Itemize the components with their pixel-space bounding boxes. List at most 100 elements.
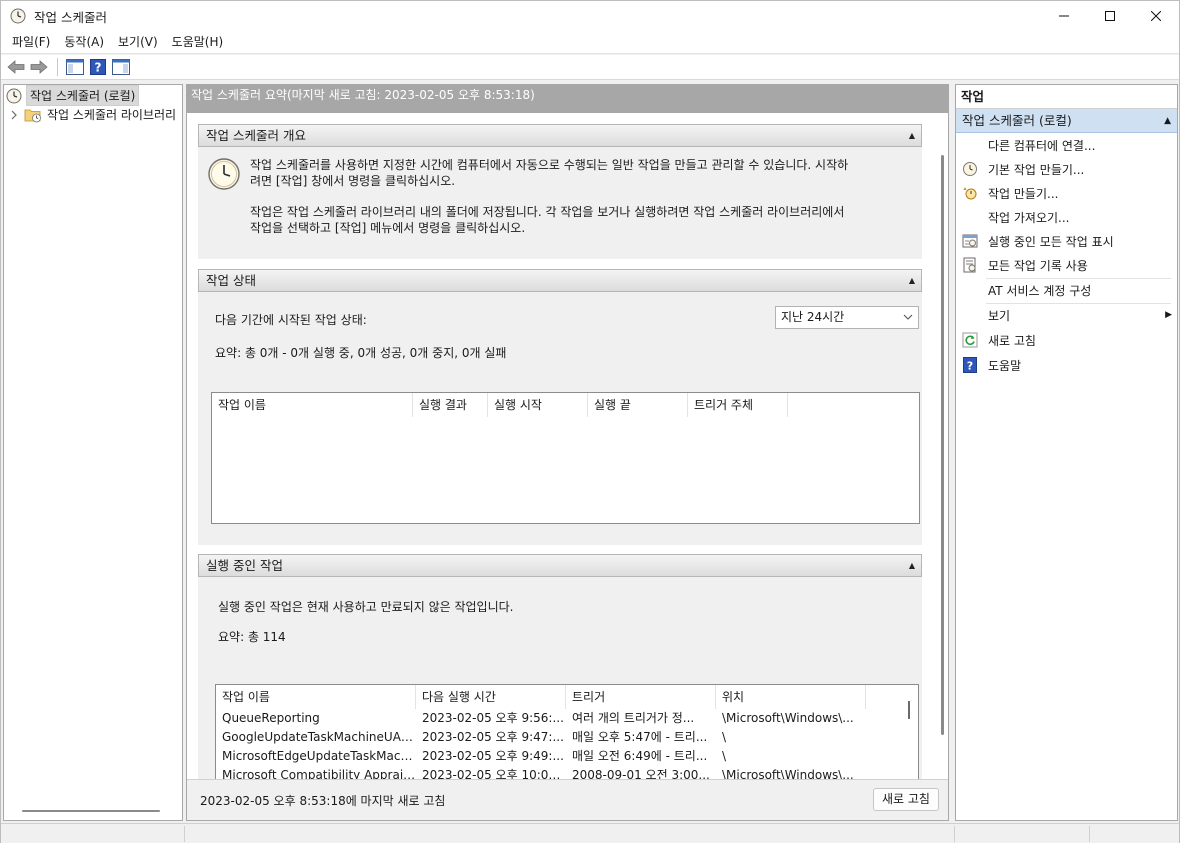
section-header-active-tasks[interactable]: 실행 중인 작업 ▲ <box>198 554 922 577</box>
close-button[interactable] <box>1133 1 1179 31</box>
task-cell-next-run[interactable]: 2023-02-05 오후 9:47:... <box>416 728 566 747</box>
section-body-task-status: 다음 기간에 시작된 작업 상태: 요약: 총 0개 - 0개 실행 중, 0개… <box>198 292 922 545</box>
task-cell-location[interactable]: \ <box>716 747 866 766</box>
svg-text:?: ? <box>967 360 973 373</box>
task-cell-trigger[interactable]: 여러 개의 트리거가 정... <box>566 709 716 728</box>
blank-icon <box>962 282 978 298</box>
task-cell-name[interactable]: MicrosoftEdgeUpdateTaskMachin... <box>216 747 416 766</box>
menu-file[interactable]: 파일(F) <box>5 31 57 54</box>
clock-icon <box>10 8 26 24</box>
back-button[interactable] <box>5 56 27 78</box>
blank-icon <box>962 307 978 323</box>
submenu-arrow-icon: ▶ <box>1165 310 1172 320</box>
action-label: 작업 가져오기... <box>988 210 1070 225</box>
status-period-dropdown[interactable]: 지난 24시간 <box>775 306 919 329</box>
task-cell-next-run[interactable]: 2023-02-05 오후 9:56:... <box>416 709 566 728</box>
task-cell-name[interactable]: QueueReporting <box>216 709 416 728</box>
clock-icon <box>6 88 22 104</box>
summary-footer: 2023-02-05 오후 8:53:18에 마지막 새로 고침 새로 고침 <box>187 779 948 820</box>
overview-text-1: 작업 스케줄러를 사용하면 지정한 시간에 컴퓨터에서 자동으로 수행되는 일반… <box>250 158 849 172</box>
collapse-arrow-icon[interactable]: ▲ <box>909 555 915 576</box>
tree-item-task-scheduler-library[interactable]: 작업 스케줄러 라이브러리 <box>10 105 176 124</box>
collapse-arrow-icon[interactable]: ▲ <box>1164 109 1171 133</box>
section-header-task-status[interactable]: 작업 상태 ▲ <box>198 269 922 292</box>
task-cell-location[interactable]: \Microsoft\Windows\... <box>716 709 866 728</box>
task-cell-trigger[interactable]: 매일 오전 6:49에 - 트리... <box>566 747 716 766</box>
actions-pane: 작업 작업 스케줄러 (로컬) ▲ 다른 컴퓨터에 연결... 기본 작업 만들… <box>955 84 1178 821</box>
column-header-run-end[interactable]: 실행 끝 <box>588 393 688 417</box>
action-connect-another-computer[interactable]: 다른 컴퓨터에 연결... <box>956 134 1177 156</box>
column-header-task-name[interactable]: 작업 이름 <box>216 685 416 709</box>
blank-icon <box>962 137 978 153</box>
collapse-arrow-icon[interactable]: ▲ <box>909 125 915 146</box>
active-tasks-list[interactable]: 작업 이름 다음 실행 시간 트리거 위치 QueueReporting 202… <box>215 684 919 784</box>
menu-help[interactable]: 도움말(H) <box>165 31 231 54</box>
help-icon: ? <box>962 357 978 373</box>
action-at-service-account-config[interactable]: AT 서비스 계정 구성 <box>956 279 1177 301</box>
horizontal-scrollbar[interactable] <box>22 810 160 812</box>
toolbar-separator <box>57 58 58 76</box>
action-label: AT 서비스 계정 구성 <box>988 283 1092 298</box>
action-enable-all-tasks-history[interactable]: 모든 작업 기록 사용 <box>956 254 1177 276</box>
summary-content: 작업 스케줄러 개요 ▲ 작업 스케줄러를 사용하면 지정한 시간에 컴퓨터에서… <box>187 113 948 784</box>
section-title: 실행 중인 작업 <box>206 558 283 573</box>
help-icon[interactable]: ? <box>87 56 109 78</box>
chevron-down-icon <box>903 307 913 334</box>
actions-group-header[interactable]: 작업 스케줄러 (로컬) ▲ <box>956 109 1177 133</box>
maximize-button[interactable] <box>1087 1 1133 31</box>
task-cell-next-run[interactable]: 2023-02-05 오후 9:49:... <box>416 747 566 766</box>
status-segment <box>955 826 1090 842</box>
tree-item-label: 작업 스케줄러 라이브러리 <box>47 108 177 122</box>
action-create-basic-task[interactable]: 기본 작업 만들기... <box>956 158 1177 180</box>
chevron-right-icon[interactable] <box>10 110 18 120</box>
section-title: 작업 상태 <box>206 273 256 288</box>
show-hide-action-pane-button[interactable] <box>110 56 132 78</box>
active-tasks-description: 실행 중인 작업은 현재 사용하고 만료되지 않은 작업입니다. <box>218 600 514 614</box>
refresh-button[interactable]: 새로 고침 <box>873 788 939 811</box>
dropdown-value: 지난 24시간 <box>781 310 845 324</box>
basic-task-clock-icon <box>962 161 978 177</box>
minimize-button[interactable] <box>1041 1 1087 31</box>
create-task-icon <box>962 185 978 201</box>
section-title: 작업 스케줄러 개요 <box>206 128 306 143</box>
column-header-run-start[interactable]: 실행 시작 <box>488 393 588 417</box>
action-refresh[interactable]: 새로 고침 <box>956 329 1177 351</box>
column-header-location[interactable]: 위치 <box>716 685 866 709</box>
actions-group-label: 작업 스케줄러 (로컬) <box>962 113 1072 128</box>
status-bar <box>1 823 1179 843</box>
task-cell-trigger[interactable]: 매일 오후 5:47에 - 트리... <box>566 728 716 747</box>
column-header-task-name[interactable]: 작업 이름 <box>212 393 413 417</box>
action-help[interactable]: ? 도움말 <box>956 354 1177 376</box>
collapse-arrow-icon[interactable]: ▲ <box>909 270 915 291</box>
section-body-active-tasks: 실행 중인 작업은 현재 사용하고 만료되지 않은 작업입니다. 요약: 총 1… <box>198 577 922 784</box>
summary-pane: 작업 스케줄러 요약(마지막 새로 고침: 2023-02-05 오후 8:53… <box>186 84 949 821</box>
overview-text-3: 작업은 작업 스케줄러 라이브러리 내의 폴더에 저장됩니다. 각 작업을 보거… <box>250 205 845 219</box>
action-display-running-tasks[interactable]: 실행 중인 모든 작업 표시 <box>956 230 1177 252</box>
section-header-overview[interactable]: 작업 스케줄러 개요 ▲ <box>198 124 922 147</box>
task-cell-name[interactable]: GoogleUpdateTaskMachineUA{6B... <box>216 728 416 747</box>
action-view[interactable]: 보기 ▶ <box>956 304 1177 326</box>
status-segment <box>1 826 185 842</box>
summary-vertical-scrollbar[interactable] <box>941 155 944 735</box>
action-label: 다른 컴퓨터에 연결... <box>988 138 1096 153</box>
task-status-list[interactable]: 작업 이름 실행 결과 실행 시작 실행 끝 트리거 주체 <box>211 392 920 524</box>
column-header-run-result[interactable]: 실행 결과 <box>413 393 488 417</box>
list-vertical-scrollbar[interactable] <box>908 701 910 719</box>
show-hide-console-tree-button[interactable] <box>64 56 86 78</box>
action-import-task[interactable]: 작업 가져오기... <box>956 206 1177 228</box>
menu-view[interactable]: 보기(V) <box>111 31 165 54</box>
action-create-task[interactable]: 작업 만들기... <box>956 182 1177 204</box>
column-header-next-run-time[interactable]: 다음 실행 시간 <box>416 685 566 709</box>
forward-button[interactable] <box>28 56 50 78</box>
menu-action[interactable]: 동작(A) <box>57 31 111 54</box>
status-period-label: 다음 기간에 시작된 작업 상태: <box>215 313 367 327</box>
task-cell-location[interactable]: \ <box>716 728 866 747</box>
console-tree: 작업 스케줄러 (로컬) 작업 스케줄러 라이브러리 <box>3 84 183 821</box>
running-tasks-icon <box>962 233 978 249</box>
tree-item-task-scheduler-local[interactable]: 작업 스케줄러 (로컬) <box>6 85 140 106</box>
action-label: 모든 작업 기록 사용 <box>988 258 1088 273</box>
column-header-triggers[interactable]: 트리거 <box>566 685 716 709</box>
section-body-overview: 작업 스케줄러를 사용하면 지정한 시간에 컴퓨터에서 자동으로 수행되는 일반… <box>198 147 922 259</box>
title-bar: 작업 스케줄러 <box>1 1 1179 31</box>
column-header-triggered-by[interactable]: 트리거 주체 <box>688 393 788 417</box>
